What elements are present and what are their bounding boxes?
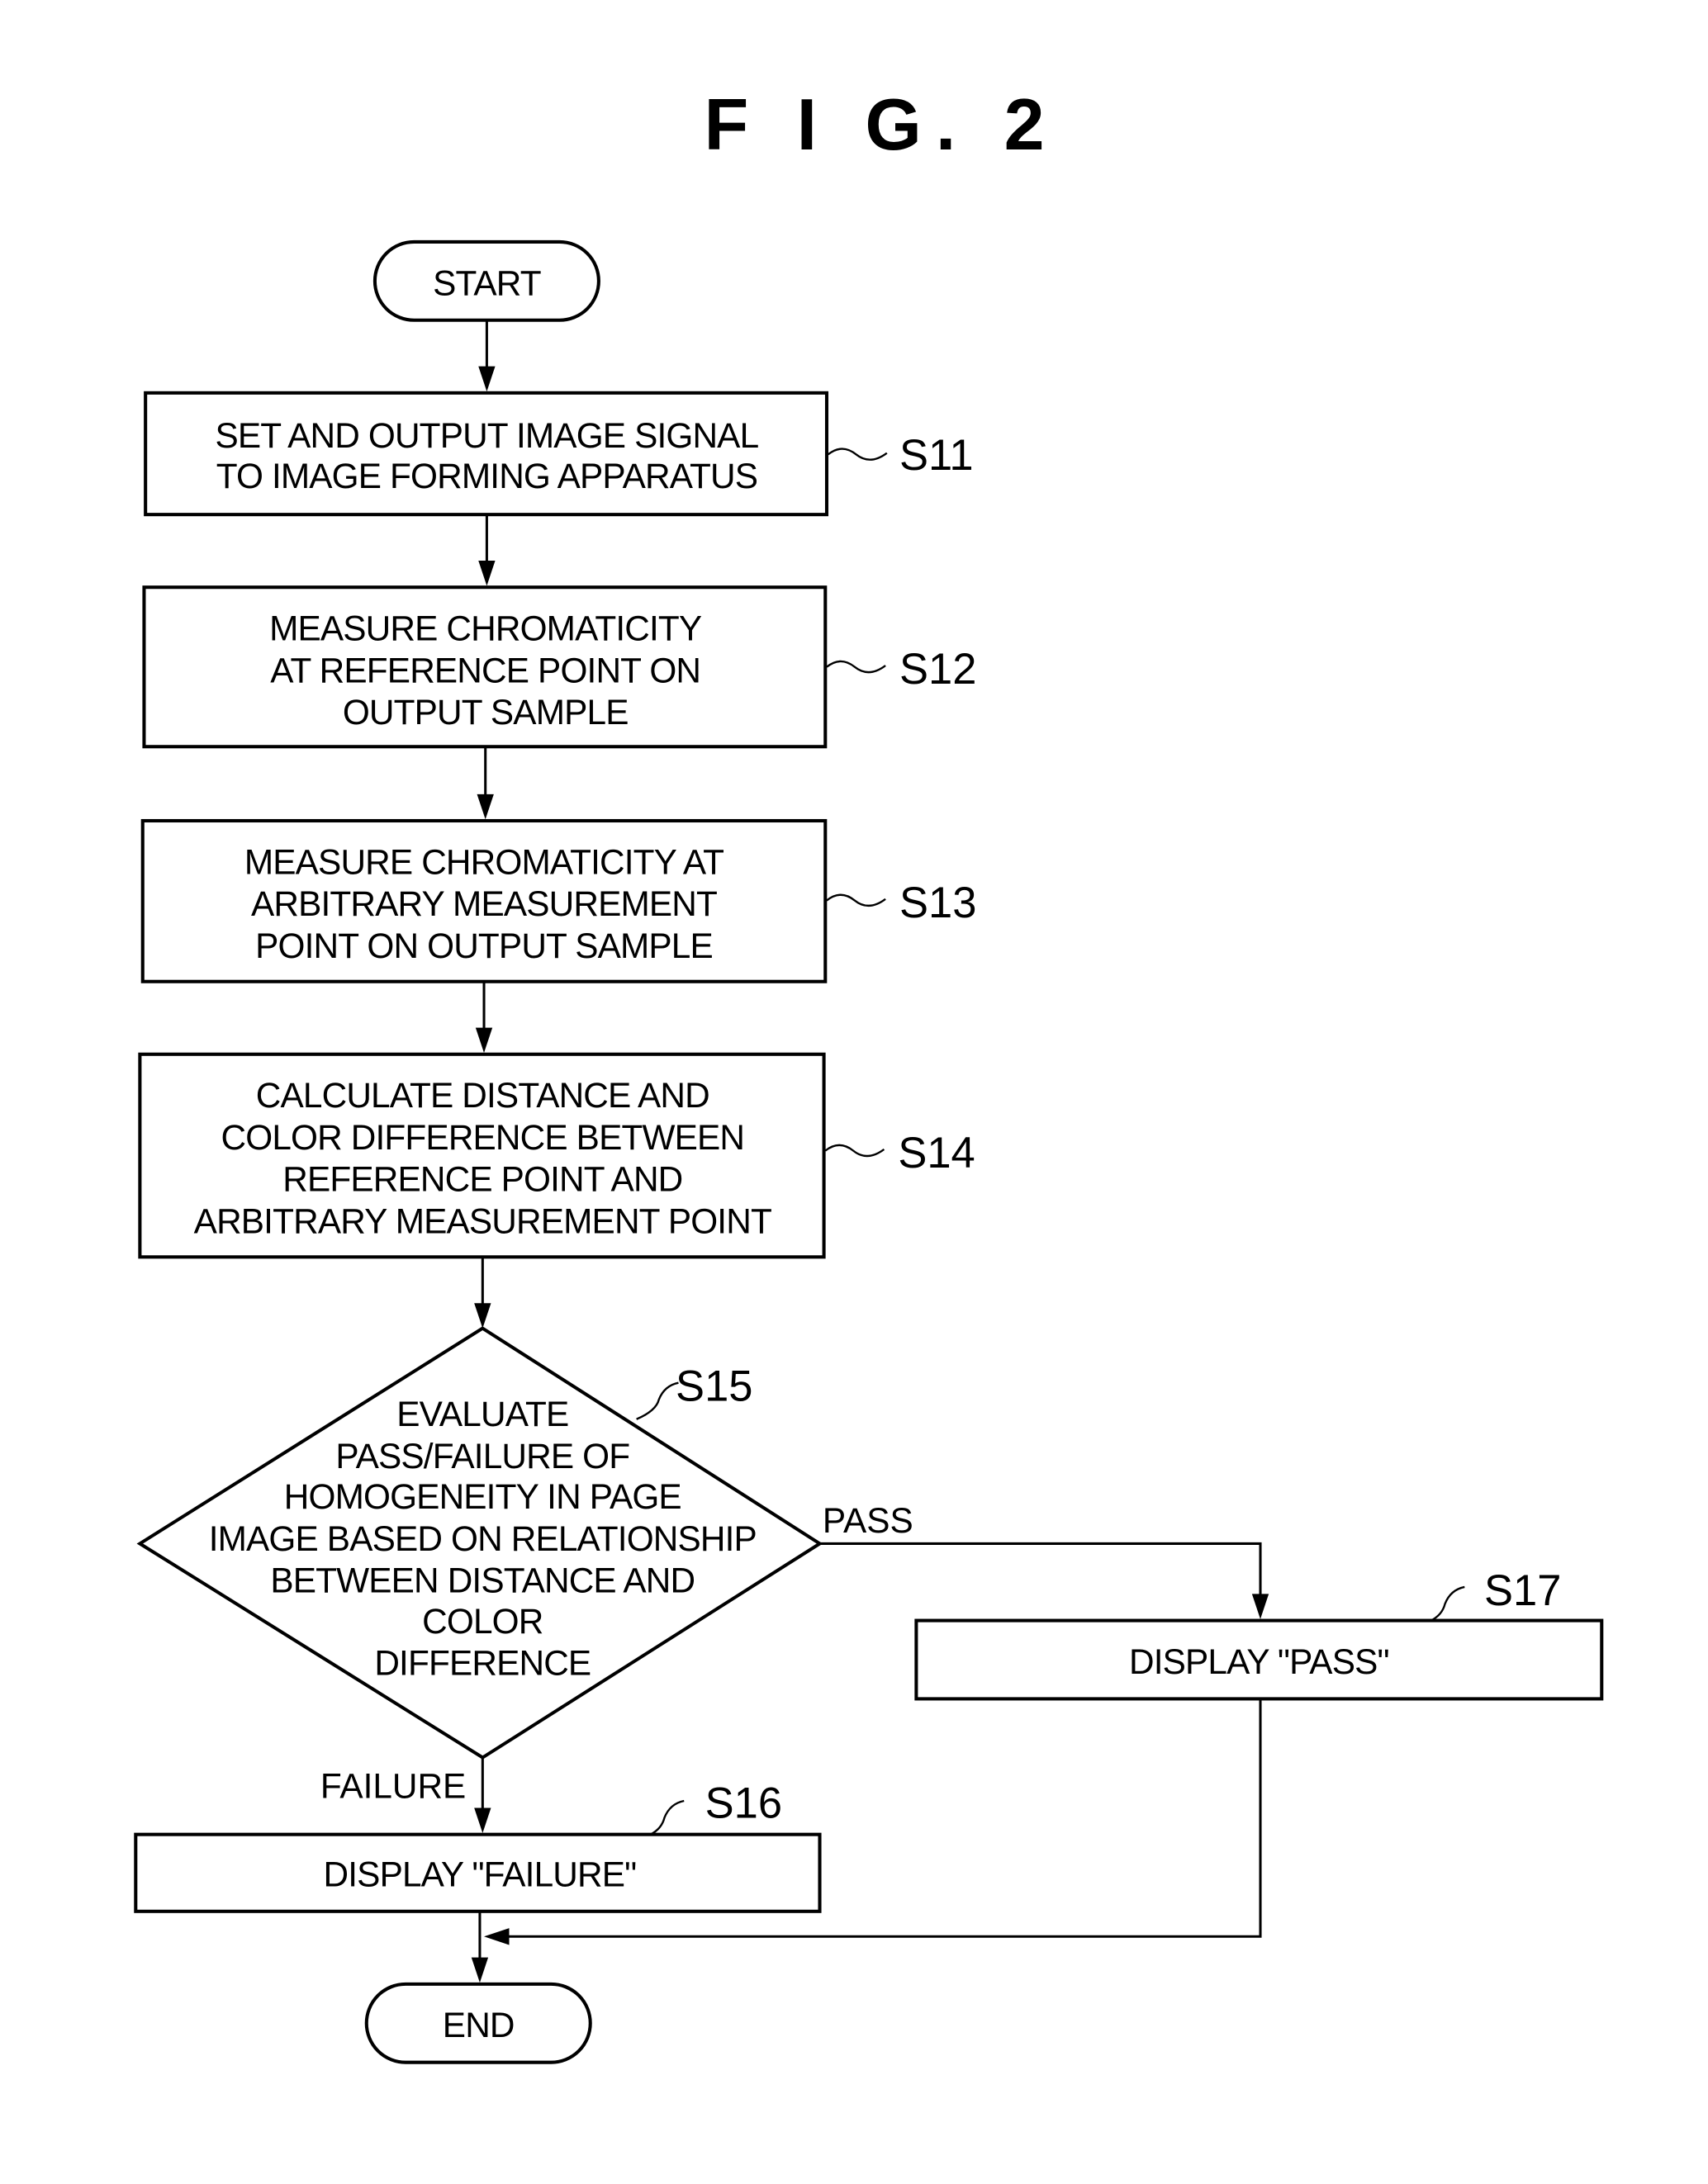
step-label-s12: S12	[899, 645, 976, 694]
leader-s12	[826, 660, 886, 674]
step-label-s16: S16	[705, 1779, 782, 1827]
arrow-s13-to-s14	[475, 981, 493, 1054]
decision-text-line: EVALUATE	[396, 1395, 568, 1433]
arrow-s15-to-s17	[819, 1542, 1269, 1619]
pass-branch-label: PASS	[823, 1501, 913, 1540]
decision-text-line: DIFFERENCE	[374, 1644, 591, 1683]
failure-branch-label: FAILURE	[320, 1767, 466, 1806]
process-step-s13: MEASURE CHROMATICITY AT ARBITRARY MEASUR…	[140, 818, 828, 983]
step-label-s17: S17	[1484, 1566, 1561, 1615]
step-text-line: COLOR DIFFERENCE BETWEEN	[221, 1118, 745, 1157]
arrow-s16-to-end	[471, 1911, 489, 1983]
arrow-s12-to-s13	[477, 746, 494, 820]
step-text-line: SET AND OUTPUT IMAGE SIGNAL	[216, 416, 759, 455]
step-text-line: OUTPUT SAMPLE	[343, 693, 629, 732]
failure-step-text: DISPLAY "FAILURE"	[324, 1855, 637, 1893]
step-text-line: CALCULATE DISTANCE AND	[256, 1076, 709, 1115]
start-terminal: START	[372, 239, 600, 322]
process-step-s16: DISPLAY "FAILURE"	[134, 1832, 822, 1913]
pass-step-text: DISPLAY "PASS"	[1129, 1642, 1389, 1681]
step-text-line: ARBITRARY MEASUREMENT	[251, 884, 717, 923]
decision-text-line: PASS/FAILURE OF	[335, 1437, 629, 1476]
arrow-s11-to-s12	[478, 514, 496, 586]
process-step-s11: SET AND OUTPUT IMAGE SIGNAL TO IMAGE FOR…	[144, 391, 829, 517]
arrow-start-to-s11	[478, 320, 496, 392]
leader-s17	[1430, 1585, 1465, 1622]
decision-text-line: COLOR	[422, 1602, 543, 1641]
step-label-s11: S11	[899, 431, 974, 480]
step-label-s13: S13	[899, 879, 976, 927]
arrow-s15-to-s16	[474, 1757, 491, 1833]
arrow-s14-to-s15	[474, 1257, 491, 1329]
end-terminal: END	[364, 1982, 592, 2064]
leader-s14	[824, 1144, 885, 1158]
end-label: END	[443, 2006, 515, 2044]
step-text-line: POINT ON OUTPUT SAMPLE	[255, 926, 713, 965]
step-label-s14: S14	[898, 1129, 975, 1177]
step-text-line: MEASURE CHROMATICITY AT	[244, 842, 724, 881]
step-text-line: AT REFERENCE POINT ON	[270, 651, 700, 689]
step-label-s15: S15	[676, 1362, 752, 1411]
process-step-s14: CALCULATE DISTANCE AND COLOR DIFFERENCE …	[138, 1052, 826, 1259]
step-text-line: TO IMAGE FORMING APPARATUS	[216, 457, 757, 495]
leader-s11	[827, 448, 888, 461]
process-step-s12: MEASURE CHROMATICITY AT REFERENCE POINT …	[142, 585, 828, 749]
leader-s13	[826, 893, 886, 907]
step-text-line: ARBITRARY MEASUREMENT POINT	[194, 1202, 771, 1241]
start-label: START	[433, 263, 541, 302]
decision-text-line: HOMOGENEITY IN PAGE	[284, 1477, 681, 1516]
decision-text-line: BETWEEN DISTANCE AND	[270, 1561, 695, 1600]
figure-title: F I G. 2	[704, 83, 1058, 165]
leader-s15	[636, 1381, 679, 1420]
leader-s16	[650, 1799, 685, 1836]
decision-text-line: IMAGE BASED ON RELATIONSHIP	[209, 1519, 757, 1558]
flowchart-figure: F I G. 2 START SET AND OUTPUT IMAGE SIGN…	[134, 83, 1604, 2064]
step-text-line: MEASURE CHROMATICITY	[269, 609, 702, 648]
step-text-line: REFERENCE POINT AND	[282, 1160, 682, 1199]
process-step-s17: DISPLAY "PASS"	[914, 1618, 1604, 1701]
